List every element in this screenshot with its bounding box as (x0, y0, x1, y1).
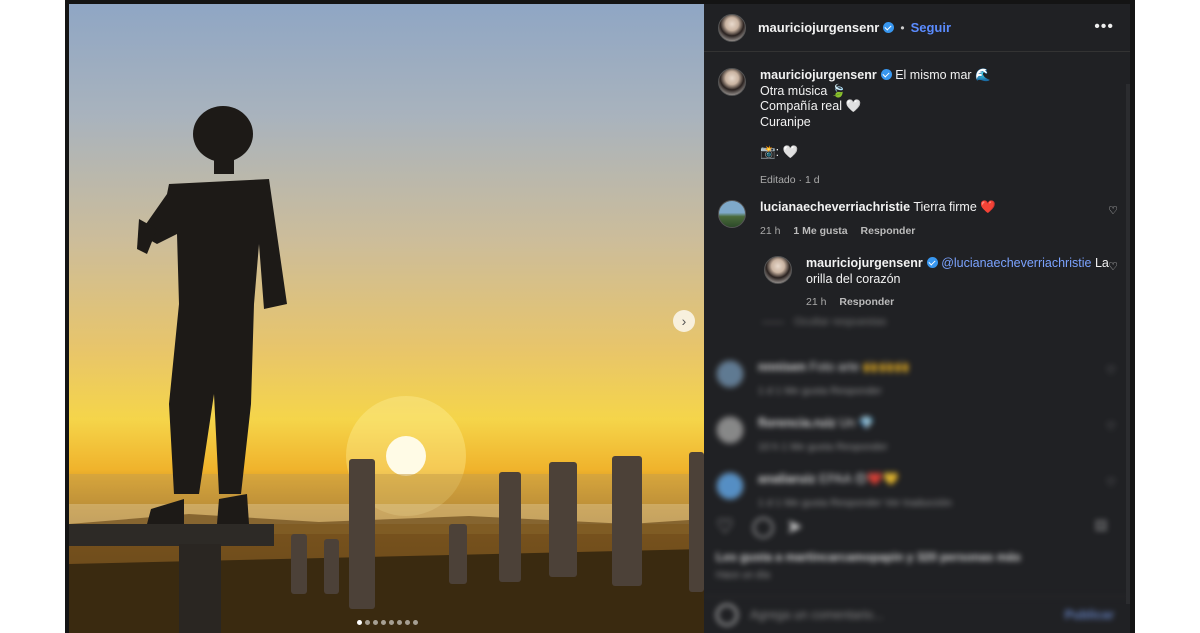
comment-username[interactable]: lucianaecheverriachristie (760, 200, 910, 214)
caption-line (760, 130, 991, 145)
comment-icon[interactable]: ◯ (752, 514, 774, 539)
carousel-dot (381, 620, 386, 625)
author-username[interactable]: mauriciojurgensenr (758, 20, 879, 35)
likes-count[interactable]: Les gusta a martincarcamopapin y 320 per… (716, 550, 1021, 564)
comment-likes[interactable]: 1 Me gusta (793, 225, 847, 237)
sunset-scene (69, 106, 704, 633)
reply-item: mauriciojurgensenr @lucianaecheverriachr… (764, 256, 1118, 311)
reply-button[interactable]: Responder (839, 296, 894, 308)
comment-actions: 21 h 1 Me gusta Responder (760, 224, 1118, 240)
post-header: mauriciojurgensenr • Seguir ••• (704, 4, 1130, 52)
carousel-dot (397, 620, 402, 625)
share-icon[interactable]: ➤ (786, 514, 803, 539)
carousel-dot (373, 620, 378, 625)
like-comment-icon[interactable]: ♡ (1106, 476, 1116, 489)
comment-username[interactable]: florencia.ruiz (758, 416, 836, 430)
comment-actions: 21 h Responder (806, 295, 1118, 311)
comment-time: 21 h (806, 296, 827, 308)
caption-meta: Editado · 1 d (760, 173, 820, 186)
caption-line: Curanipe (760, 114, 811, 129)
caption-line: Compañía real 🤍 (760, 99, 862, 113)
comment-text: Un 💎 (839, 416, 875, 430)
comment-actions: 1 d 1 Me gusta Responder (758, 384, 882, 397)
like-comment-icon[interactable]: ♡ (1108, 204, 1118, 217)
hide-replies-button[interactable]: Ocultar respuestas (762, 316, 886, 328)
add-comment-bar: Agrega un comentario... Publicar (704, 596, 1130, 633)
post-caption: mauriciojurgensenr El mismo mar 🌊 Otra m… (718, 68, 1118, 188)
caption-avatar[interactable] (718, 68, 746, 96)
comment-text: Foto arte 🙌🙌🙌 (809, 360, 910, 374)
comment-text: Tierra firme ❤️ (913, 200, 996, 214)
more-options-icon[interactable]: ••• (1094, 18, 1114, 36)
comment-username[interactable]: nnnisen (758, 360, 806, 374)
comment-text: EPAA 😍❤️💛 (819, 472, 899, 486)
commenter-avatar[interactable] (764, 256, 792, 284)
comment-actions: 1 d 1 Me gusta Responder Ver traducción (758, 496, 952, 509)
comment-mention[interactable]: @lucianaecheverriachristie (941, 256, 1091, 270)
save-icon[interactable]: ⌑ (1096, 514, 1106, 539)
scrollbar[interactable] (1126, 84, 1130, 604)
comment-input[interactable]: Agrega un comentario... (750, 608, 1065, 622)
comment-actions: 10 h 1 Me gusta Responder (758, 440, 888, 453)
caption-line: Otra música 🍃 (760, 83, 847, 98)
comment-time: 21 h (760, 224, 781, 237)
carousel-dot (413, 620, 418, 625)
comment-item: florencia.ruiz Un 💎 10 h 1 Me gusta Resp… (716, 416, 1116, 455)
dot-separator: • (900, 20, 905, 35)
like-icon[interactable]: ♡ (716, 514, 734, 539)
caption-line: El mismo mar 🌊 (895, 68, 991, 82)
comment-item: analiaruiz EPAA 😍❤️💛 1 d 1 Me gusta Resp… (716, 472, 1116, 511)
post-photo[interactable] (69, 4, 704, 633)
reply-button[interactable]: Responder (861, 225, 916, 237)
chevron-right-icon: › (681, 313, 687, 329)
emoji-icon[interactable] (716, 604, 738, 626)
publish-button[interactable]: Publicar (1065, 608, 1114, 622)
carousel-dot (365, 620, 370, 625)
comment-username[interactable]: analiaruiz (758, 472, 816, 486)
post-action-bar: ♡ ◯ ➤ ⌑ (716, 514, 1118, 540)
like-comment-icon[interactable]: ♡ (1106, 364, 1116, 377)
verified-badge-icon (926, 257, 938, 268)
verified-badge-icon (883, 22, 895, 33)
carousel-dot (389, 620, 394, 625)
commenter-avatar[interactable] (718, 200, 746, 228)
comment-item: lucianaecheverriachristie Tierra firme ❤… (718, 200, 1118, 239)
comment-username[interactable]: mauriciojurgensenr (806, 256, 923, 270)
commenter-avatar[interactable] (716, 360, 744, 388)
like-comment-icon[interactable]: ♡ (1106, 420, 1116, 433)
like-comment-icon[interactable]: ♡ (1108, 260, 1118, 273)
post-time: Hace un día (716, 570, 770, 581)
caption-username[interactable]: mauriciojurgensenr (760, 68, 877, 82)
comment-item: nnnisen Foto arte 🙌🙌🙌 1 d 1 Me gusta Res… (716, 360, 1116, 399)
carousel-indicator (357, 620, 418, 625)
commenter-avatar[interactable] (716, 472, 744, 500)
commenter-avatar[interactable] (716, 416, 744, 444)
author-avatar[interactable] (718, 13, 746, 42)
carousel-dot (357, 620, 362, 625)
post-side-panel: mauriciojurgensenr • Seguir ••• mauricio… (704, 4, 1130, 633)
follow-button[interactable]: Seguir (911, 20, 951, 35)
verified-badge-icon (880, 69, 892, 80)
carousel-dot (405, 620, 410, 625)
caption-line: 📸: 🤍 (760, 145, 799, 159)
next-image-button[interactable]: › (673, 310, 695, 332)
